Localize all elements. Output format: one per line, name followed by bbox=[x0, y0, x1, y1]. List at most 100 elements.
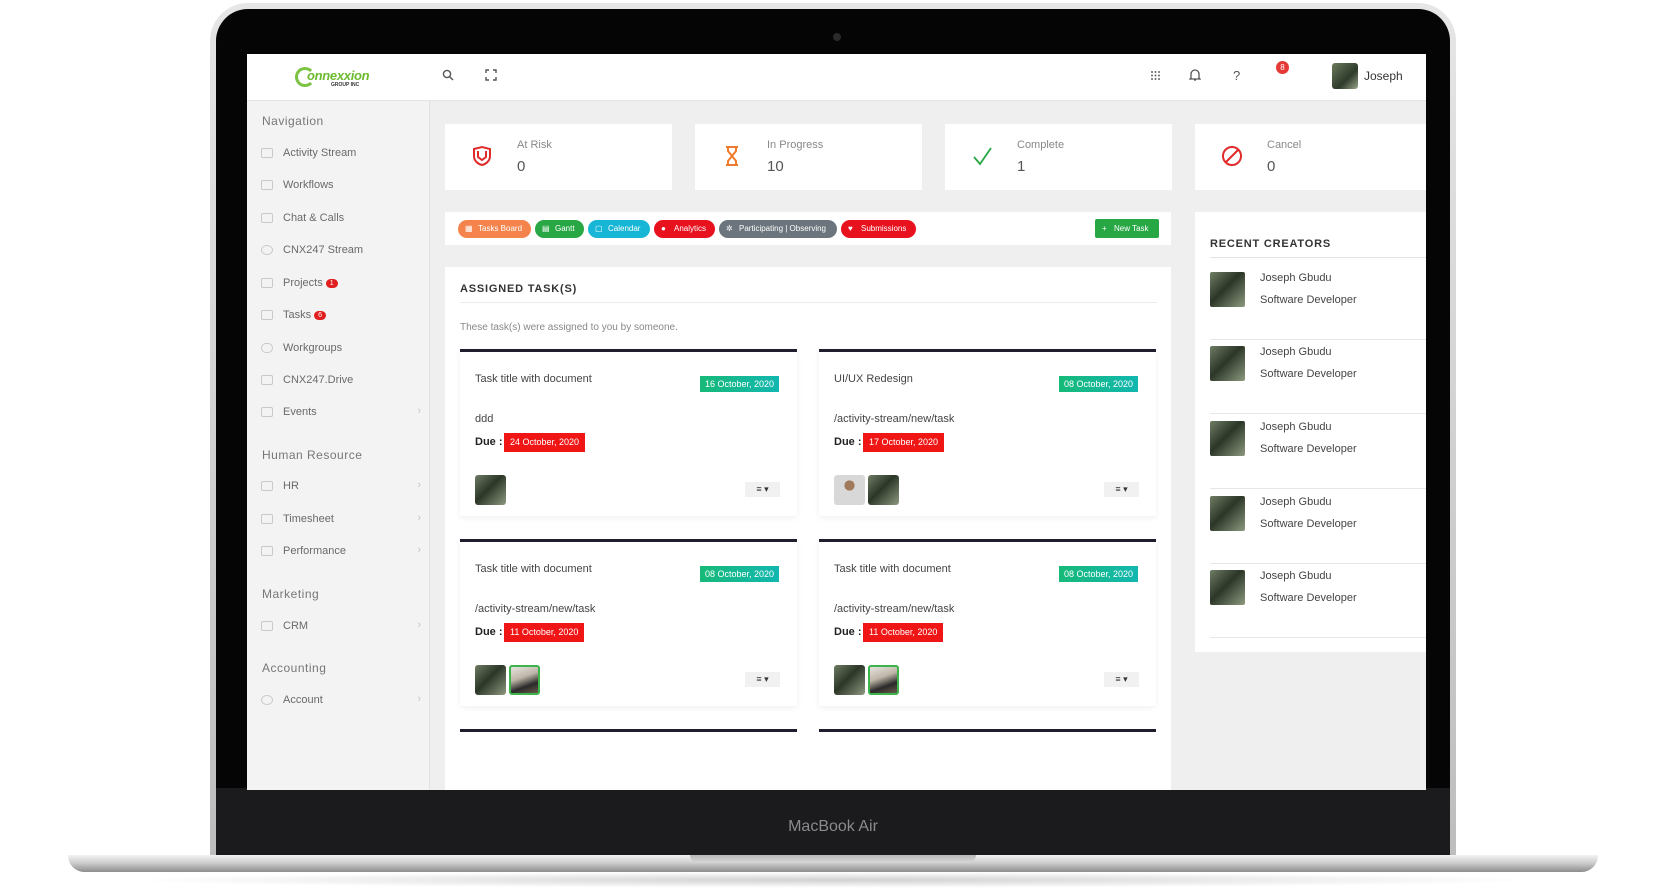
sidebar-item-crm[interactable]: CRM › bbox=[261, 618, 421, 638]
task-date-badge: 08 October, 2020 bbox=[1058, 376, 1138, 392]
task-title[interactable]: Task title with document bbox=[475, 373, 592, 385]
creator-role: Software Developer bbox=[1260, 368, 1357, 380]
avatar[interactable] bbox=[1210, 421, 1245, 456]
sidebar-item-events[interactable]: Events › bbox=[261, 404, 421, 424]
panel-title: ASSIGNED TASK(S) bbox=[460, 283, 578, 295]
creator-item[interactable]: Joseph Gbudu Software Developer bbox=[1210, 564, 1426, 638]
new-task-button[interactable]: + New Task bbox=[1095, 219, 1159, 238]
avatar[interactable] bbox=[1210, 346, 1245, 381]
avatar[interactable] bbox=[1210, 272, 1245, 307]
sidebar-item-cnx247-drive[interactable]: CNX247.Drive bbox=[261, 372, 421, 392]
task-menu-dropdown[interactable]: ≡ ▾ bbox=[745, 672, 780, 687]
sidebar-item-projects[interactable]: Projects 1 bbox=[261, 275, 421, 295]
task-title[interactable]: UI/UX Redesign bbox=[834, 373, 913, 385]
creator-item[interactable]: Joseph Gbudu Software Developer bbox=[1210, 266, 1426, 340]
ban-icon bbox=[1221, 145, 1243, 173]
task-menu-dropdown[interactable]: ≡ ▾ bbox=[745, 482, 780, 497]
tab-gantt[interactable]: ▤ Gantt bbox=[535, 220, 584, 238]
stat-card-in-progress[interactable]: In Progress 10 bbox=[695, 124, 922, 190]
task-card[interactable]: Task title with document 16 October, 202… bbox=[460, 349, 797, 516]
section-human-resource: Human Resource bbox=[262, 448, 363, 462]
task-description: /activity-stream/new/task bbox=[475, 603, 596, 615]
task-card[interactable] bbox=[819, 729, 1156, 790]
task-card[interactable]: Task title with document 08 October, 202… bbox=[819, 539, 1156, 706]
task-menu-dropdown[interactable]: ≡ ▾ bbox=[1104, 482, 1139, 497]
avatar[interactable] bbox=[868, 665, 899, 695]
bell-icon[interactable] bbox=[1188, 68, 1202, 84]
sidebar-item-account[interactable]: Account › bbox=[261, 692, 421, 712]
panel-subtitle: These task(s) were assigned to you by so… bbox=[460, 322, 678, 333]
task-tabs-bar: ▦ Tasks Board ▤ Gantt ▢ Calendar ● Analytics… bbox=[445, 212, 1171, 245]
creator-name[interactable]: Joseph Gbudu bbox=[1260, 421, 1332, 433]
tab-participating-observing[interactable]: ✲ Participating | Observing bbox=[719, 220, 837, 238]
sidebar-item-tasks[interactable]: Tasks 6 bbox=[261, 307, 421, 327]
stat-card-cancel[interactable]: Cancel 0 bbox=[1195, 124, 1426, 190]
app-screen: onnexxion GROUP INC 8 ? Joseph Navigatio… bbox=[247, 54, 1426, 790]
avatar[interactable] bbox=[1210, 570, 1245, 605]
creator-name[interactable]: Joseph Gbudu bbox=[1260, 346, 1332, 358]
avatar[interactable] bbox=[475, 475, 506, 505]
creator-item[interactable]: Joseph Gbudu Software Developer bbox=[1210, 490, 1426, 564]
assigned-tasks-panel: ASSIGNED TASK(S) These task(s) were assi… bbox=[445, 267, 1171, 790]
task-menu-dropdown[interactable]: ≡ ▾ bbox=[1104, 672, 1139, 687]
section-navigation: Navigation bbox=[262, 114, 324, 128]
sidebar-item-hr[interactable]: HR › bbox=[261, 478, 421, 498]
task-title[interactable]: Task title with document bbox=[475, 563, 592, 575]
user-avatar[interactable] bbox=[1332, 63, 1358, 89]
heart-icon: ♥ bbox=[848, 224, 853, 233]
tab-label: Tasks Board bbox=[478, 224, 523, 233]
task-description: /activity-stream/new/task bbox=[834, 603, 955, 615]
list-icon bbox=[261, 180, 273, 190]
creator-item[interactable]: Joseph Gbudu Software Developer bbox=[1210, 415, 1426, 489]
task-title[interactable]: Task title with document bbox=[834, 563, 951, 575]
sidebar-item-performance[interactable]: Performance › bbox=[261, 543, 421, 563]
projects-label: Projects bbox=[283, 277, 323, 289]
sidebar-item-timesheet[interactable]: Timesheet › bbox=[261, 511, 421, 531]
due-date-badge: 11 October, 2020 bbox=[863, 623, 944, 642]
avatar[interactable] bbox=[1210, 496, 1245, 531]
creator-name[interactable]: Joseph Gbudu bbox=[1260, 570, 1332, 582]
creator-name[interactable]: Joseph Gbudu bbox=[1260, 272, 1332, 284]
avatar[interactable] bbox=[475, 665, 506, 695]
fullscreen-icon[interactable] bbox=[485, 68, 497, 84]
avatar[interactable] bbox=[868, 475, 899, 505]
sidebar-item-chat-calls[interactable]: Chat & Calls bbox=[261, 210, 421, 230]
apps-grid-icon[interactable] bbox=[1150, 68, 1161, 84]
calendar-icon: ▢ bbox=[595, 224, 603, 233]
creator-role: Software Developer bbox=[1260, 518, 1357, 530]
creator-role: Software Developer bbox=[1260, 443, 1357, 455]
section-marketing: Marketing bbox=[262, 587, 320, 601]
briefcase-icon bbox=[261, 278, 273, 288]
task-card[interactable]: UI/UX Redesign 08 October, 2020 /activit… bbox=[819, 349, 1156, 516]
user-name[interactable]: Joseph bbox=[1364, 69, 1403, 83]
sidebar-item-workflows[interactable]: Workflows bbox=[261, 177, 421, 197]
cube-icon bbox=[261, 621, 273, 631]
company-logo[interactable]: onnexxion GROUP INC bbox=[295, 66, 370, 90]
avatar[interactable] bbox=[509, 665, 540, 695]
avatar[interactable] bbox=[834, 665, 865, 695]
creator-name[interactable]: Joseph Gbudu bbox=[1260, 496, 1332, 508]
sidebar-item-cnx247-stream[interactable]: CNX247 Stream bbox=[261, 242, 421, 262]
sidebar-item-label: Chat & Calls bbox=[283, 212, 345, 224]
task-card[interactable]: Task title with document 08 October, 202… bbox=[460, 539, 797, 706]
task-date-badge: 08 October, 2020 bbox=[1058, 566, 1138, 582]
avatar[interactable] bbox=[834, 475, 865, 505]
shield-icon bbox=[471, 145, 493, 173]
stat-card-complete[interactable]: Complete 1 bbox=[945, 124, 1172, 190]
stat-label: At Risk bbox=[517, 139, 552, 151]
tasks-label: Tasks bbox=[283, 309, 312, 321]
tab-tasks-board[interactable]: ▦ Tasks Board bbox=[458, 220, 531, 238]
creator-item[interactable]: Joseph Gbudu Software Developer bbox=[1210, 340, 1426, 414]
chevron-right-icon: › bbox=[417, 405, 421, 417]
due-date-badge: 17 October, 2020 bbox=[863, 433, 945, 452]
sidebar-item-activity-stream[interactable]: Activity Stream bbox=[261, 145, 421, 165]
tab-calendar[interactable]: ▢ Calendar bbox=[588, 220, 650, 238]
tab-submissions[interactable]: ♥ Submissions bbox=[841, 220, 916, 238]
task-date-badge: 16 October, 2020 bbox=[699, 376, 779, 392]
search-icon[interactable] bbox=[442, 68, 454, 84]
stat-card-at-risk[interactable]: At Risk 0 bbox=[445, 124, 672, 190]
task-card[interactable] bbox=[460, 729, 797, 790]
help-icon[interactable]: ? bbox=[1233, 68, 1240, 83]
sidebar-item-workgroups[interactable]: Workgroups bbox=[261, 340, 421, 360]
tab-analytics[interactable]: ● Analytics bbox=[654, 220, 715, 238]
